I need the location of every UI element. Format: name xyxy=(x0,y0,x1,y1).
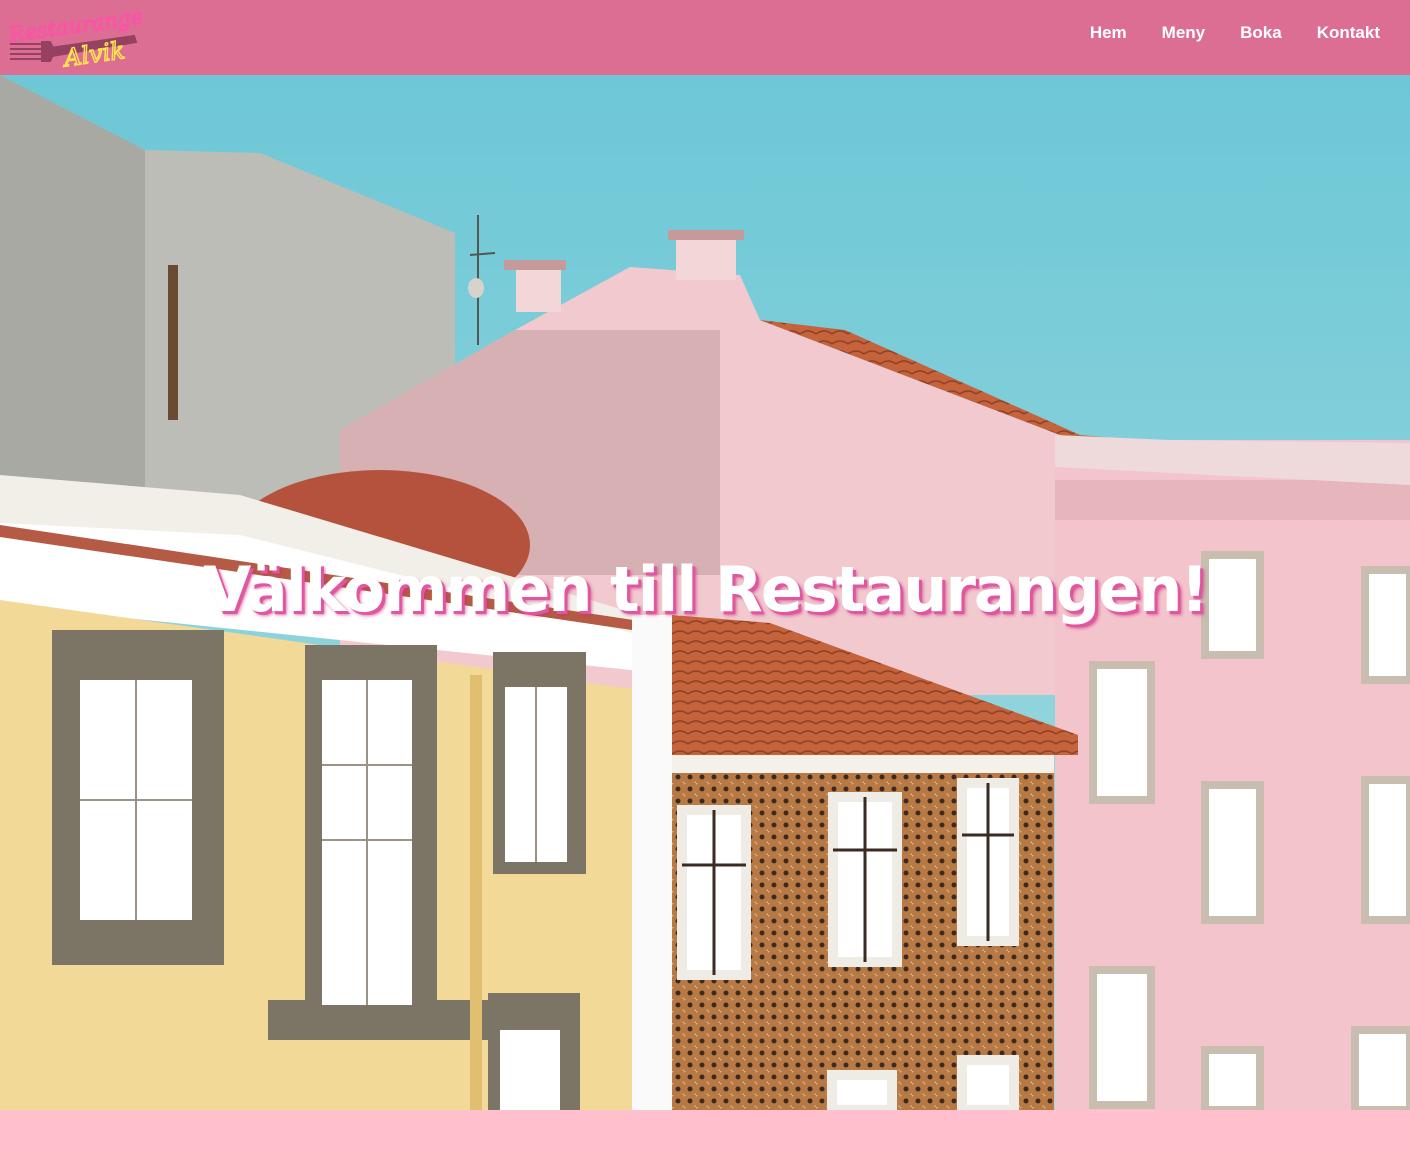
restaurant-logo[interactable]: Restaurangen Alvik xyxy=(6,2,159,73)
hero-section: Välkommen till Restaurangen! xyxy=(0,75,1410,1110)
hero-title: Välkommen till Restaurangen! xyxy=(203,553,1209,626)
nav-link-hem[interactable]: Hem xyxy=(1090,23,1127,43)
main-navigation: Hem Meny Boka Kontakt xyxy=(1090,0,1380,66)
neon-fork-logo-icon: Restaurangen Alvik xyxy=(6,2,159,73)
top-navbar: Restaurangen Alvik Hem Meny Boka Kontakt xyxy=(0,0,1410,75)
nav-link-meny[interactable]: Meny xyxy=(1162,23,1205,43)
nav-link-boka[interactable]: Boka xyxy=(1240,23,1282,43)
nav-link-kontakt[interactable]: Kontakt xyxy=(1317,23,1380,43)
footer-strip xyxy=(0,1110,1410,1150)
svg-text:Alvik: Alvik xyxy=(60,36,126,70)
